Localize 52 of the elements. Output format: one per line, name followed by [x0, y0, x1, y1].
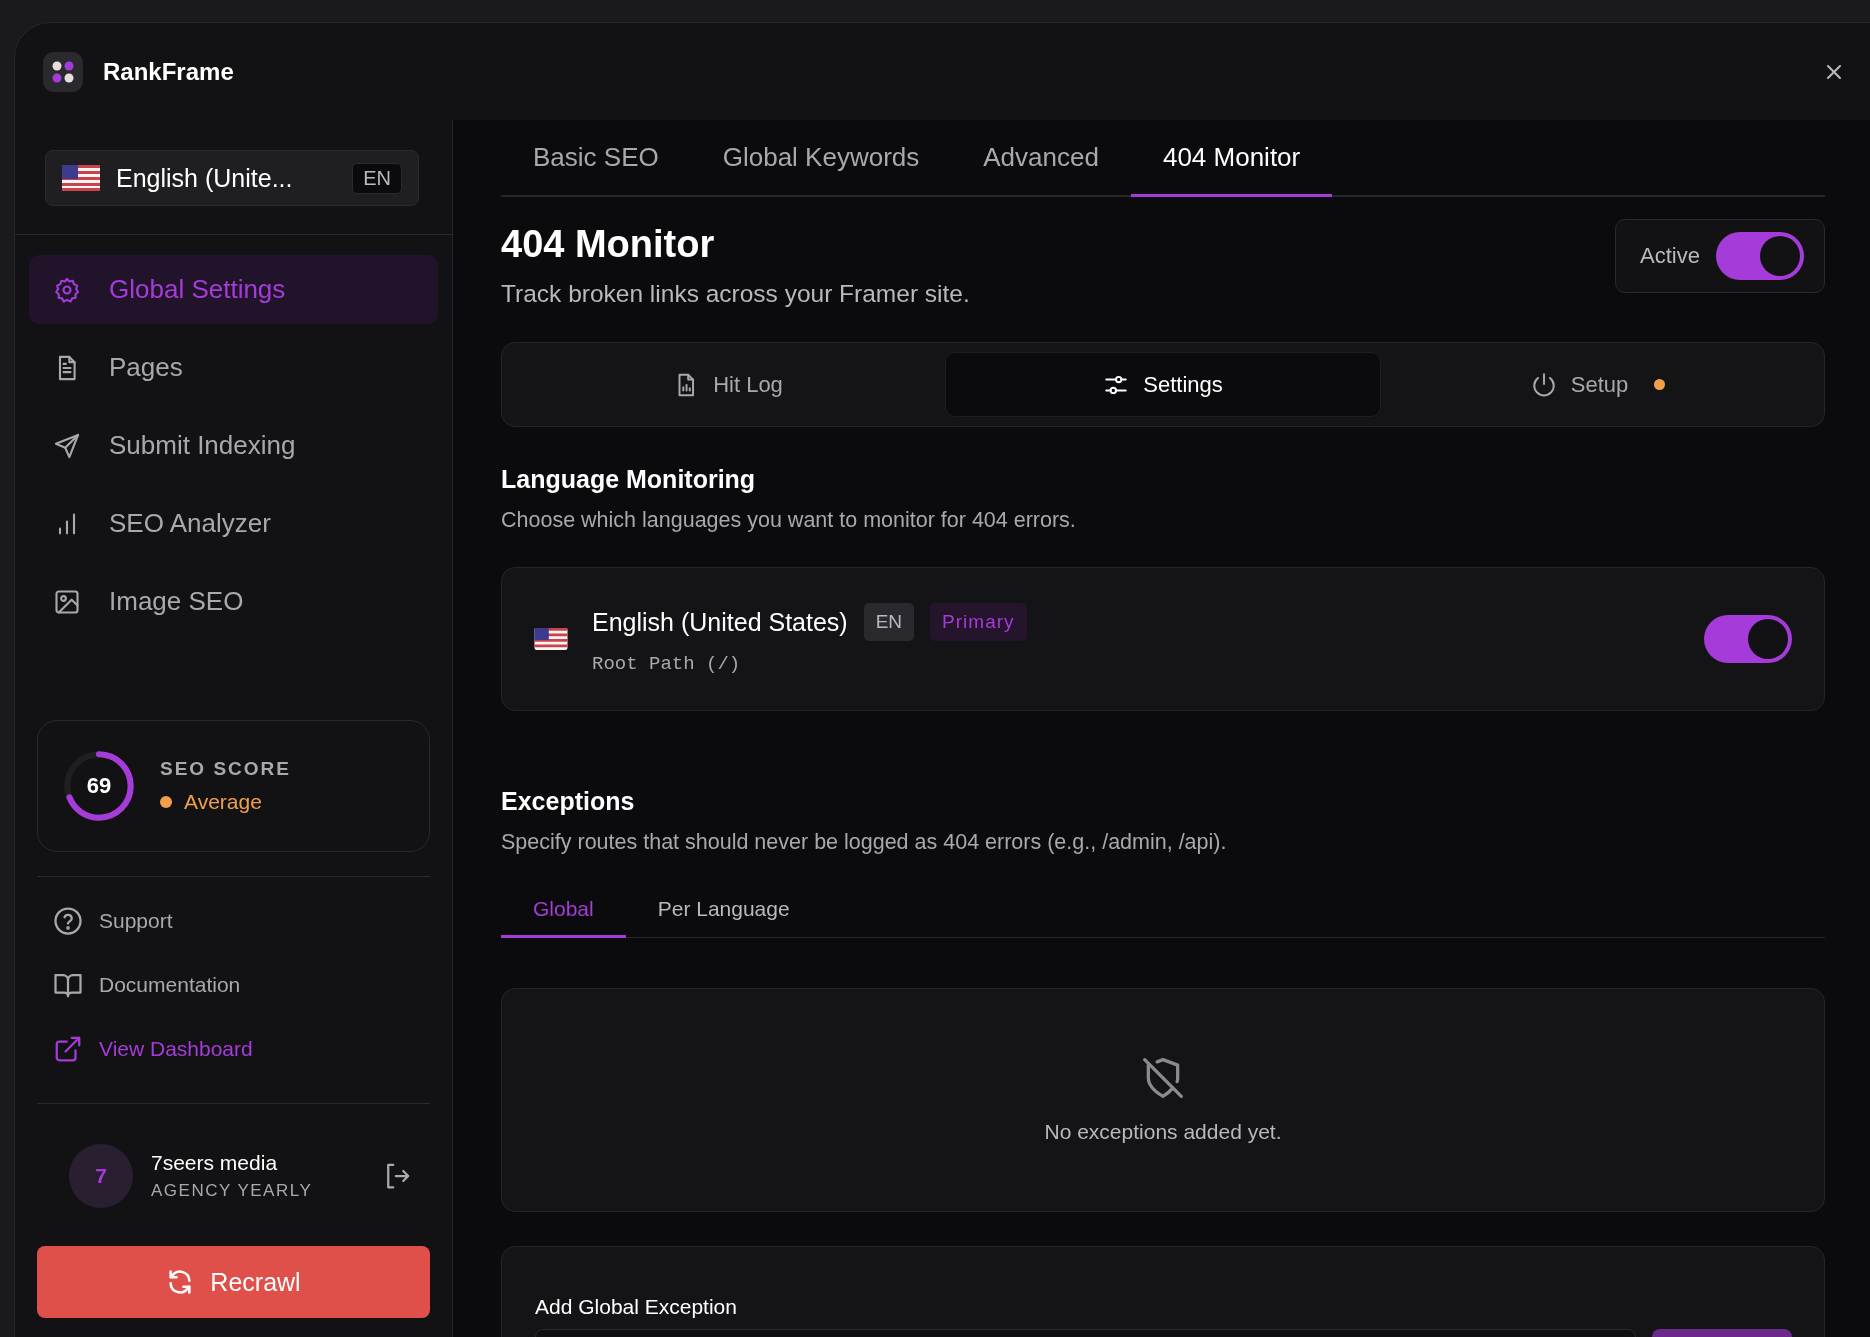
tab[interactable]: Global Keywords	[690, 120, 952, 197]
page-title: 404 Monitor	[501, 223, 716, 266]
nav-item[interactable]: Pages	[29, 333, 438, 402]
sidebar-link[interactable]: View Dashboard	[53, 1029, 253, 1069]
nav-item[interactable]: Global Settings	[29, 255, 438, 324]
paper-plane-icon	[53, 431, 81, 460]
user-name: 7seers media	[151, 1151, 279, 1175]
score-rating: Average	[184, 790, 262, 814]
user-plan: AGENCY YEARLY	[151, 1181, 314, 1201]
page-subtitle: Track broken links across your Framer site.	[501, 280, 970, 308]
close-icon[interactable]	[1826, 63, 1842, 80]
avatar: 7	[69, 1144, 133, 1208]
nav-item[interactable]: SEO Analyzer	[29, 489, 438, 558]
sidebar-link[interactable]: Documentation	[53, 965, 241, 1005]
section-tab[interactable]: Setup	[1381, 352, 1815, 417]
external-link-icon	[53, 1034, 83, 1064]
help-icon	[53, 906, 83, 936]
sidebar-link[interactable]: Support	[53, 901, 173, 941]
language-selector[interactable]: English (Unite... EN	[45, 150, 419, 206]
power-icon	[1530, 371, 1557, 398]
tab[interactable]: 404 Monitor	[1130, 120, 1333, 197]
primary-badge: Primary	[930, 603, 1027, 641]
flag-icon	[534, 628, 568, 650]
section-description: Specify routes that should never be logged as 404 errors (e.g., /admin, /api).	[501, 830, 1228, 855]
section-heading: Exceptions	[501, 787, 636, 816]
section-tab[interactable]: Settings	[945, 352, 1381, 417]
active-toggle[interactable]	[1716, 232, 1804, 280]
language-name: English (United States)	[592, 607, 848, 637]
empty-message: No exceptions added yet.	[1044, 1120, 1282, 1144]
card-title: Add Global Exception	[535, 1295, 738, 1319]
section-description: Choose which languages you want to monitor for 404 errors.	[501, 508, 1077, 533]
tab[interactable]: Per Language	[625, 883, 822, 938]
active-label: Active	[1640, 243, 1700, 269]
section-tab[interactable]: Hit Log	[511, 352, 945, 417]
image-icon	[53, 587, 81, 616]
language-path: Root Path (/)	[592, 653, 742, 675]
recrawl-button[interactable]: Recrawl	[37, 1246, 430, 1318]
shield-off-icon	[1141, 1056, 1185, 1100]
score-value: 69	[85, 773, 113, 799]
tab[interactable]: Basic SEO	[501, 120, 691, 197]
flag-icon	[62, 165, 100, 191]
nav-item[interactable]: Submit Indexing	[29, 411, 438, 480]
score-label: SEO SCORE	[160, 758, 291, 780]
app-name: RankFrame	[103, 57, 234, 86]
tab[interactable]: Advanced	[951, 120, 1131, 197]
language-toggle[interactable]	[1704, 615, 1792, 663]
tab[interactable]: Global	[501, 883, 626, 938]
language-code: EN	[863, 603, 915, 641]
nav-item[interactable]: Image SEO	[29, 567, 438, 636]
section-heading: Language Monitoring	[501, 465, 757, 494]
logo-icon	[43, 51, 83, 92]
gear-icon	[53, 275, 81, 304]
